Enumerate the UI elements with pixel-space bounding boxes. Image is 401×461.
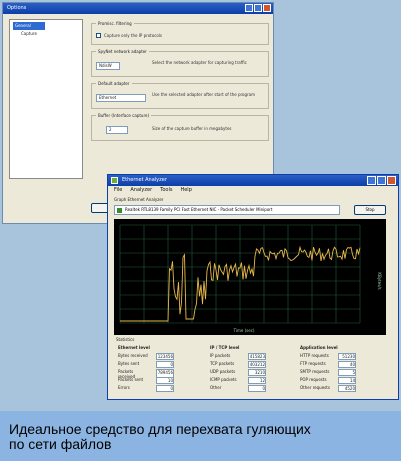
buffer-spinner[interactable]: 2 [106,126,128,134]
stat-label: TCP packets [210,361,235,366]
tree-item-general[interactable]: General [13,22,45,30]
analyzer-window: Ethernet Analyzer File Analyzer Tools He… [107,174,399,400]
stat-value: 0 [156,385,174,392]
stat-row: Errors 0 [118,385,174,392]
stat-value: 10 [156,377,174,384]
adapter-row: Realtek RTL8139 Family PCI Fast Ethernet… [114,205,386,215]
toolbar-label: Graph Ethernet Analyzer [114,197,164,202]
menu-file[interactable]: File [114,186,122,195]
stat-row: POP requests 14 [300,377,356,384]
group-default-adapter: Default adapter Ethernet Use the selecte… [91,81,269,109]
stat-row: Packets sent 10 [118,377,174,384]
stat-row: ICMP packets 12 [210,377,266,384]
stat-row: Other 0 [210,385,266,392]
caption-text: Идеальное средство для перехвата гуляющи… [9,421,311,452]
stat-value: 12 [248,377,266,384]
minimize-button[interactable] [367,176,376,185]
stat-row: IP packets 415823 [210,353,266,360]
stat-value: 403212 [248,361,266,368]
app-icon [111,177,118,184]
stat-row: SMTP requests 5 [300,369,356,376]
group-adapter: SpyNet network adapter NdisW Select the … [91,49,269,77]
stat-label: SMTP requests [300,369,330,374]
y-axis-label: KBytes/s [377,272,382,289]
stat-row: Bytes received 123456 [118,353,174,360]
stat-value: 0 [156,361,174,368]
adapter-field[interactable]: NdisW [96,62,120,70]
stat-label: Bytes received [118,353,148,358]
graph-grid [119,224,361,324]
group-label: Buffer (Interface capture) [96,113,152,118]
analyzer-title-text: Ethernet Analyzer [122,177,167,183]
options-tree: General Capture [9,19,83,179]
ip-only-checkbox[interactable] [96,33,101,38]
stat-label: Bytes sent [118,361,140,366]
default-adapter-select[interactable]: Ethernet [96,94,146,102]
col-header-ip: IP / TCP level [210,345,240,350]
default-adapter-hint: Use the selected adapter after start of … [152,92,256,97]
network-card-icon [117,208,122,213]
stat-value: 4520 [338,385,356,392]
stat-row: UDP packets 3210 [210,369,266,376]
stat-row: Bytes sent 0 [118,361,174,368]
adapter-hint: Select the network adapter for capturing… [152,60,247,65]
stat-value: 5 [338,369,356,376]
traffic-graph-svg: KBytes/s Time (sec) [119,224,382,333]
stat-label: FTP requests [300,361,326,366]
stat-row: Other requests 4520 [300,385,356,392]
stat-label: Packets sent [118,377,144,382]
minimize-button[interactable] [245,4,253,12]
stat-value: 14 [338,377,356,384]
close-button[interactable] [387,176,396,185]
stat-value: 415823 [248,353,266,360]
tree-item-capture[interactable]: Capture [13,30,79,38]
caption-bar: Идеальное средство для перехвата гуляющи… [0,411,401,461]
stat-row: FTP requests 40 [300,361,356,368]
group-promisc: Promisc. filtering Capture only the IP p… [91,21,269,45]
options-window-title: Options [3,3,273,14]
analyzer-window-title: Ethernet Analyzer [108,175,398,186]
window-controls [245,4,271,12]
options-panel: Promisc. filtering Capture only the IP p… [91,17,269,161]
maximize-button[interactable] [254,4,262,12]
close-button[interactable] [263,4,271,12]
stat-value: 0 [248,385,266,392]
statistics-panel: Statistics Ethernet level IP / TCP level… [114,337,392,395]
stat-label: Other [210,385,222,390]
stat-label: ICMP packets [210,377,237,382]
maximize-button[interactable] [377,176,386,185]
buffer-hint: Size of the capture buffer in megabytes [152,126,232,131]
x-axis-label: Time (sec) [233,328,255,333]
stat-label: Errors [118,385,130,390]
col-header-app: Application level [300,345,338,350]
menu-help[interactable]: Help [180,186,191,195]
col-header-ethernet: Ethernet level [118,345,150,350]
stat-value: 51230 [338,353,356,360]
menu-analyzer[interactable]: Analyzer [130,186,152,195]
stop-button[interactable]: Stop [354,205,386,215]
stat-value: 40 [338,361,356,368]
adapter-select-value: Realtek RTL8139 Family PCI Fast Ethernet… [125,207,273,212]
adapter-select[interactable]: Realtek RTL8139 Family PCI Fast Ethernet… [114,205,340,215]
stat-row: TCP packets 403212 [210,361,266,368]
stat-label: UDP packets [210,369,236,374]
traffic-graph: KBytes/s Time (sec) [114,219,386,335]
stat-label: Other requests [300,385,330,390]
menu-tools[interactable]: Tools [160,186,172,195]
stat-label: HTTP requests [300,353,329,358]
statistics-header: Statistics [116,337,135,342]
window-controls [367,176,396,185]
group-buffer: Buffer (Interface capture) 2 Size of the… [91,113,269,141]
stat-row: HTTP requests 51230 [300,353,356,360]
stat-value: 123456 [156,353,174,360]
stat-label: IP packets [210,353,231,358]
group-label: Default adapter [96,81,132,86]
stat-label: POP requests [300,377,327,382]
menu-bar: File Analyzer Tools Help [108,186,398,195]
check-label: Capture only the IP protocols [104,33,163,38]
group-label: SpyNet network adapter [96,49,149,54]
group-label: Promisc. filtering [96,21,134,26]
stat-value: 3210 [248,369,266,376]
